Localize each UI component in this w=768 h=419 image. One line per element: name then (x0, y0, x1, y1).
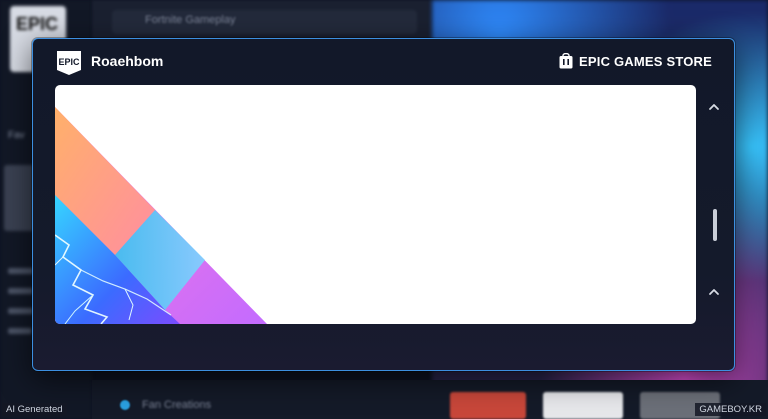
epic-store-bag-icon (559, 53, 573, 69)
modal-header: EPIC Roaehbom EPIC GAMES STORE (33, 39, 734, 87)
epic-games-badge-icon: EPIC (57, 51, 81, 75)
ai-generated-tag: AI Generated (2, 403, 67, 416)
store-brand: EPIC GAMES STORE (559, 53, 712, 69)
background-logo-text: EPIC (16, 14, 59, 34)
background-tile (450, 392, 526, 419)
background-bottom-text: Fan Creations (142, 399, 212, 411)
app-window: EPIC Fav Fortnite Gameplay Fan Creations… (0, 0, 768, 419)
site-watermark: GAMEBOY.KR (695, 403, 766, 416)
username: Roaehbom (91, 53, 164, 69)
lightning-art-image (55, 107, 267, 324)
store-label: EPIC GAMES STORE (579, 53, 712, 69)
background-side-label: Fav (8, 130, 25, 141)
content-panel (55, 85, 696, 324)
chevron-up-icon[interactable] (706, 284, 722, 300)
svg-text:EPIC: EPIC (58, 57, 80, 67)
account-modal: EPIC Roaehbom EPIC GAMES STORE (32, 38, 735, 371)
scrollbar-thumb[interactable] (713, 209, 717, 241)
chevron-up-icon[interactable] (706, 99, 722, 115)
background-status-dot (120, 400, 130, 410)
background-tile (543, 392, 623, 419)
background-dropdown-text: Fortnite Gameplay (145, 14, 236, 26)
